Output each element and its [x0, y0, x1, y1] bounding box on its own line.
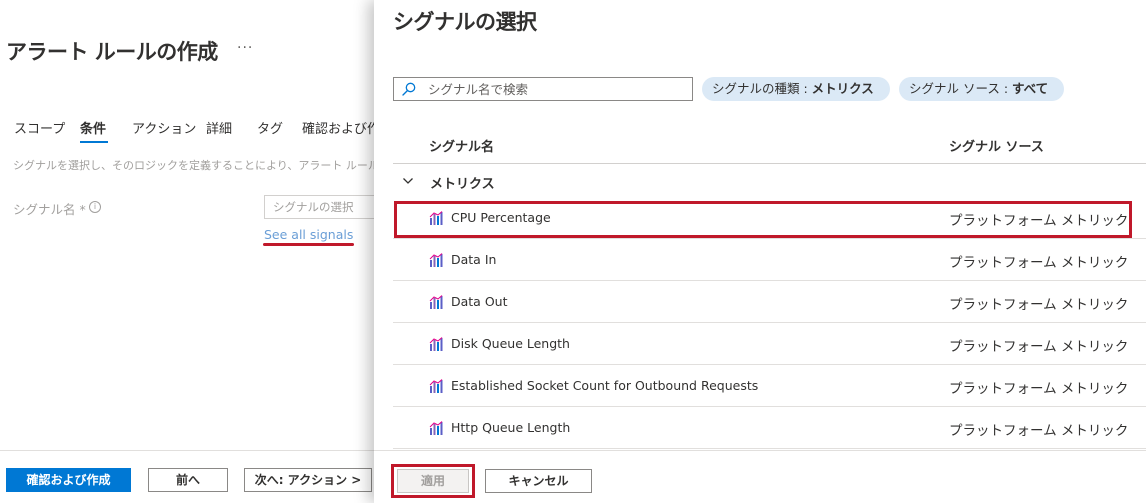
signal-row[interactable]: Data In プラットフォーム メトリック: [393, 239, 1146, 281]
signal-row[interactable]: Data Out プラットフォーム メトリック: [393, 281, 1146, 323]
create-alert-rule-blade: アラート ルールの作成 ··· スコープ 条件 アクション 詳細 タグ 確認およ…: [0, 0, 374, 503]
metric-chart-icon: [429, 421, 443, 435]
filter-source-label: シグナル ソース :: [909, 81, 1013, 96]
metric-chart-icon: [429, 337, 443, 351]
select-signal-panel: シグナルの選択 シグナルの種類 : メトリクス シグナル ソース : すべて シ…: [374, 0, 1146, 503]
signal-source: プラットフォーム メトリック: [949, 297, 1129, 313]
tab-actions[interactable]: アクション: [132, 118, 196, 137]
filter-type-value: メトリクス: [811, 81, 874, 96]
more-options-button[interactable]: ···: [237, 40, 253, 56]
signal-name: Disk Queue Length: [451, 336, 570, 351]
review-create-button[interactable]: 確認および作成: [6, 468, 131, 492]
required-asterisk: *: [79, 202, 86, 217]
metric-chart-icon: [429, 295, 443, 309]
signal-name: Established Socket Count for Outbound Re…: [451, 378, 759, 393]
column-header-signal-source[interactable]: シグナル ソース: [949, 136, 1044, 155]
signal-row[interactable]: Http Queue Length プラットフォーム メトリック: [393, 407, 1146, 449]
apply-button[interactable]: 適用: [397, 469, 469, 493]
info-icon[interactable]: i: [89, 201, 101, 213]
selected-row-highlight: [394, 201, 1132, 238]
metric-chart-icon: [429, 253, 443, 267]
signal-type-filter[interactable]: シグナルの種類 : メトリクス: [702, 77, 890, 101]
footer-divider: [0, 450, 374, 451]
signal-source: プラットフォーム メトリック: [949, 423, 1129, 439]
signal-row[interactable]: Disk Queue Length プラットフォーム メトリック: [393, 323, 1146, 365]
tab-scope[interactable]: スコープ: [14, 118, 65, 137]
metric-chart-icon: [429, 379, 443, 393]
filter-type-label: シグナルの種類 :: [712, 81, 812, 96]
signal-select-field[interactable]: シグナルの選択: [264, 195, 374, 219]
tab-tags[interactable]: タグ: [257, 118, 283, 137]
signal-name: Http Queue Length: [451, 420, 571, 435]
signal-row[interactable]: Established Socket Count for Outbound Re…: [393, 365, 1146, 407]
see-all-highlight-mark: [263, 243, 354, 246]
signal-source: プラットフォーム メトリック: [949, 339, 1129, 355]
signal-source: プラットフォーム メトリック: [949, 255, 1129, 271]
column-header-signal-name[interactable]: シグナル名: [429, 136, 494, 155]
next-actions-button[interactable]: 次へ: アクション >: [244, 468, 372, 492]
tab-details[interactable]: 詳細: [206, 118, 232, 137]
previous-button[interactable]: 前へ: [148, 468, 228, 492]
search-input[interactable]: [428, 80, 684, 98]
chevron-down-icon: [403, 178, 413, 184]
header-divider: [393, 163, 1146, 164]
tab-review-create[interactable]: 確認および作成: [302, 118, 374, 137]
signal-source: プラットフォーム メトリック: [949, 381, 1129, 397]
active-tab-indicator: [80, 141, 108, 143]
see-all-signals-link[interactable]: See all signals: [264, 227, 353, 242]
search-icon: [402, 82, 416, 96]
cancel-button[interactable]: キャンセル: [485, 469, 592, 493]
signal-search-box[interactable]: [393, 77, 693, 101]
page-title: アラート ルールの作成: [6, 40, 218, 64]
signal-name-label: シグナル名 *: [13, 202, 86, 217]
group-label: メトリクス: [430, 177, 495, 192]
panel-footer-divider: [374, 450, 1146, 451]
tab-condition[interactable]: 条件: [80, 118, 106, 137]
signal-name: Data In: [451, 252, 497, 267]
condition-description: シグナルを選択し、そのロジックを定義することにより、アラート ルールをトリガーす…: [13, 159, 374, 172]
filter-source-value: すべて: [1012, 81, 1049, 96]
signal-name: Data Out: [451, 294, 508, 309]
signal-source-filter[interactable]: シグナル ソース : すべて: [899, 77, 1064, 101]
panel-title: シグナルの選択: [393, 10, 537, 34]
